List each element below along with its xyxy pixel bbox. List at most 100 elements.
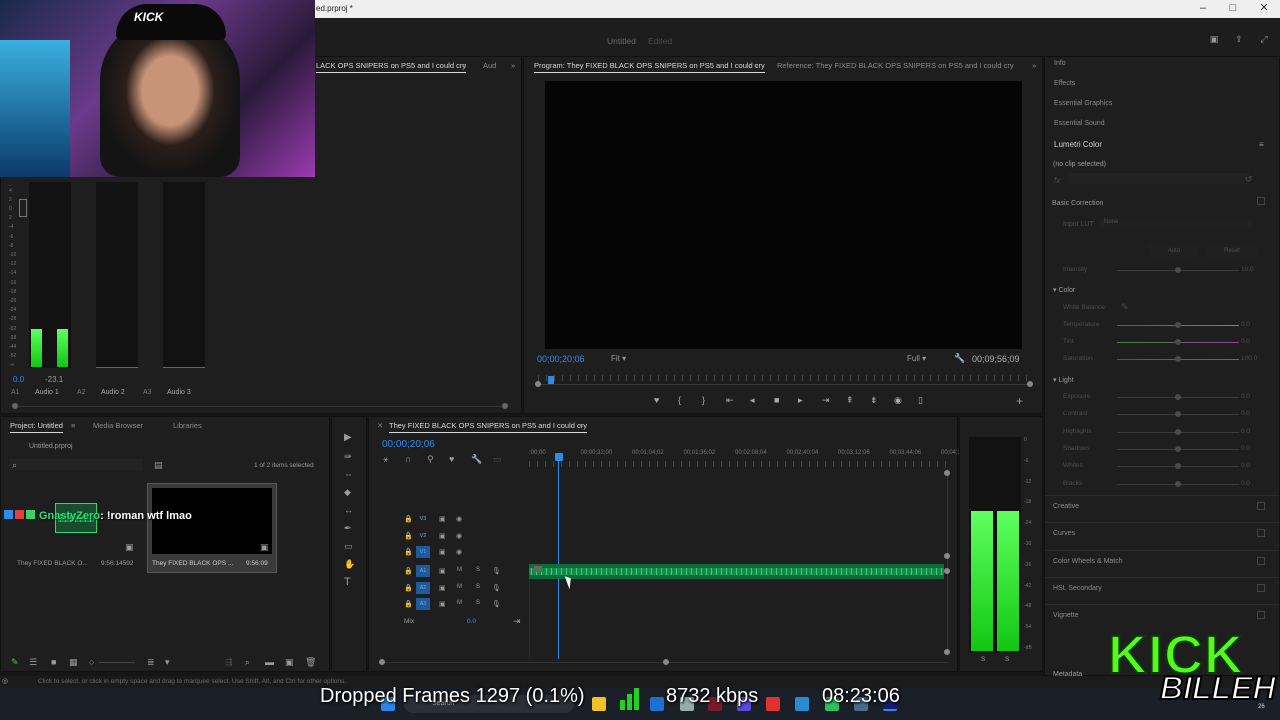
outlook-icon[interactable] <box>650 697 664 711</box>
section-checkbox[interactable] <box>1257 529 1265 538</box>
program-scrubber[interactable] <box>535 376 1033 387</box>
mixer-scrollbar[interactable] <box>12 403 508 409</box>
tab-menu-icon[interactable]: ≡ <box>462 61 466 70</box>
resolution-select[interactable]: Full ▾ <box>907 354 926 363</box>
solo-button[interactable]: S <box>476 584 480 590</box>
track-target-button[interactable]: A1 <box>416 565 430 577</box>
sync-lock-icon[interactable]: ▣ <box>439 584 446 592</box>
find-icon[interactable]: ⌕ <box>245 657 250 667</box>
lumetri-section-0[interactable]: Creative <box>1053 503 1079 510</box>
track-target-button[interactable]: A3 <box>416 598 430 610</box>
timeline-vscroll[interactable] <box>944 469 950 655</box>
solo-button[interactable]: S <box>476 567 480 573</box>
timeline-hscroll[interactable] <box>379 659 948 665</box>
tab-project[interactable]: Project: Untitled <box>10 421 63 433</box>
basic-correction-header[interactable]: Basic Correction <box>1052 200 1103 207</box>
slider-knob[interactable] <box>1175 480 1181 487</box>
in-handle[interactable] <box>535 381 541 387</box>
mic-icon[interactable]: 🎙 <box>492 584 501 592</box>
project-item-audio[interactable]: ▣ They FIXED BLACK O... 9:56:14592 <box>11 487 139 567</box>
icon-view-icon[interactable]: ■ <box>51 657 56 667</box>
maximize-button[interactable]: □ <box>1226 2 1240 16</box>
adjust-slider[interactable] <box>1117 463 1239 470</box>
project-search-input[interactable] <box>9 459 143 470</box>
slider-knob[interactable] <box>1175 356 1181 362</box>
sync-lock-icon[interactable]: ▣ <box>439 532 446 540</box>
hscroll-start-handle[interactable] <box>379 659 385 665</box>
nest-icon[interactable]: ⚹ <box>383 454 388 464</box>
mic-icon[interactable]: 🎙 <box>492 600 501 608</box>
app-icon[interactable] <box>795 697 809 711</box>
light-header[interactable]: ▾ Light <box>1053 376 1074 384</box>
freeform-view-icon[interactable]: ▦ <box>69 657 78 667</box>
thumbnail-zoom-slider[interactable] <box>99 662 135 663</box>
panel-overflow-icon[interactable]: » <box>1032 61 1036 70</box>
step-back-icon[interactable]: ◂ <box>750 395 755 406</box>
close-icon[interactable]: ✕ <box>377 421 383 430</box>
scroll-end-handle[interactable] <box>502 403 508 409</box>
add-marker-icon[interactable]: ♥ <box>449 454 454 464</box>
pencil-icon[interactable]: ✎ <box>11 657 19 667</box>
timeline-ruler[interactable]: :00;00 00;00;32;00 00;01;04;02 00;01;36;02 0… <box>529 447 963 467</box>
section-checkbox[interactable] <box>1257 583 1265 592</box>
auto-button[interactable]: Auto <box>1149 245 1199 257</box>
step-forward-icon[interactable]: ▸ <box>798 395 803 406</box>
hand-tool-icon[interactable]: ✋ <box>344 559 355 569</box>
lock-icon[interactable]: 🔒 <box>404 600 413 608</box>
export-frame-icon[interactable]: ◉ <box>894 395 902 406</box>
project-item-sequence[interactable]: ▣ They FIXED BLACK OPS ... 9:56:09 <box>147 483 277 573</box>
rectangle-tool-icon[interactable]: ▭ <box>344 541 353 551</box>
slider-knob[interactable] <box>1175 411 1181 418</box>
app-icon[interactable] <box>766 697 780 711</box>
slider-knob[interactable] <box>1175 445 1181 452</box>
section-checkbox[interactable] <box>1257 556 1265 565</box>
eye-icon[interactable]: ◉ <box>456 532 462 540</box>
fx-dropdown[interactable] <box>1069 173 1249 184</box>
vscroll-mid-handle[interactable] <box>944 553 950 559</box>
mark-in-icon[interactable]: { <box>678 395 681 405</box>
sync-lock-icon[interactable]: ▣ <box>439 515 446 523</box>
trash-icon[interactable]: 🗑 <box>305 657 316 667</box>
lumetri-section-2[interactable]: Color Wheels & Match <box>1053 558 1123 565</box>
timeline-settings-icon[interactable]: 🔧 <box>471 454 482 464</box>
mute-button[interactable]: M <box>457 600 462 606</box>
basic-correction-checkbox[interactable] <box>1257 197 1265 205</box>
track-target-button[interactable]: V1 <box>416 546 430 558</box>
tab-program[interactable]: Program: They FIXED BLACK OPS SNIPERS on… <box>534 61 765 73</box>
track-target-button[interactable]: V2 <box>416 530 430 542</box>
adjust-slider[interactable] <box>1117 445 1239 452</box>
wrench-icon[interactable]: 🔧 <box>954 353 965 363</box>
minimize-button[interactable]: – <box>1196 2 1210 16</box>
add-button-icon[interactable]: + <box>1016 395 1023 407</box>
fullscreen-icon[interactable]: ⤢ <box>1258 34 1270 44</box>
ripple-edit-tool-icon[interactable]: ⇔ <box>344 469 353 479</box>
automate-icon[interactable]: ⇶ <box>225 657 233 667</box>
mark-out-icon[interactable]: } <box>702 395 705 405</box>
input-lut-dropdown[interactable]: None <box>1101 219 1251 229</box>
vscroll-bottom-handle[interactable] <box>944 649 950 655</box>
lift-icon[interactable]: ⇞ <box>846 395 854 406</box>
track-target-button[interactable]: A2 <box>416 581 430 594</box>
tab-sequence[interactable]: They FIXED BLACK OPS SNIPERS on PS5 and … <box>389 421 587 433</box>
section-checkbox[interactable] <box>1257 502 1265 510</box>
marker-icon[interactable]: ♥ <box>654 395 659 405</box>
lumetri-title[interactable]: Lumetri Color <box>1054 140 1102 149</box>
linked-selection-icon[interactable]: ⚲ <box>427 454 434 464</box>
project-menu-icon[interactable]: ≡ <box>71 421 75 430</box>
slider-knob[interactable] <box>1175 394 1181 400</box>
eye-icon[interactable]: ◉ <box>456 548 462 556</box>
panel-overflow-icon[interactable]: » <box>511 61 515 70</box>
sync-lock-icon[interactable]: ▣ <box>439 567 446 575</box>
adjust-slider[interactable] <box>1117 394 1239 400</box>
adjust-slider[interactable] <box>1117 322 1239 328</box>
file-explorer-icon[interactable] <box>592 697 606 711</box>
mix-expand-icon[interactable]: ⇥ <box>513 616 521 626</box>
tab-libraries[interactable]: Libraries <box>173 421 202 430</box>
adjust-slider[interactable] <box>1117 356 1239 362</box>
snap-icon[interactable]: ∩ <box>405 454 411 464</box>
solo-right-button[interactable]: S <box>1005 656 1009 663</box>
timeline-timecode[interactable]: 00;00;20;06 <box>382 439 435 450</box>
tab-source[interactable]: LACK OPS SNIPERS on PS5 and I could cry <box>316 61 467 73</box>
go-to-out-icon[interactable]: ⇥ <box>822 395 830 406</box>
sort-icon[interactable]: ≣ <box>147 657 155 667</box>
